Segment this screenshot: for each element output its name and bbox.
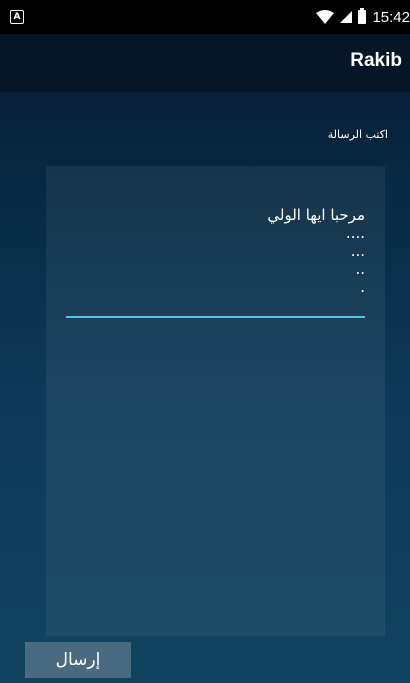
signal-icon <box>340 11 353 23</box>
notification-icon: A <box>10 10 24 24</box>
message-input-underline <box>66 316 365 318</box>
battery-icon <box>358 8 367 24</box>
status-bar: A 15:42 <box>0 0 410 34</box>
status-right-group: 15:42 <box>316 0 410 34</box>
status-time: 15:42 <box>372 8 410 26</box>
message-input[interactable]: مرحبا ايها الولي .... ... .. . <box>66 206 365 296</box>
send-button[interactable]: إرسال <box>25 642 131 678</box>
compose-label: اكتب الرسالة <box>327 128 388 141</box>
wifi-icon <box>316 10 335 24</box>
message-panel: مرحبا ايها الولي .... ... .. . <box>46 166 385 636</box>
app-title: Rakib <box>350 50 402 71</box>
app-bar: Rakib <box>0 34 410 92</box>
